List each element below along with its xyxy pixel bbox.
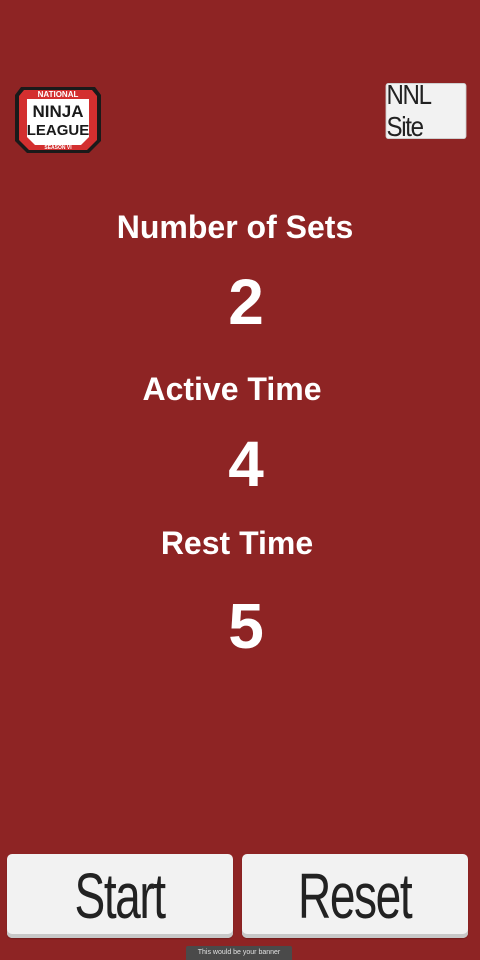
start-button[interactable]: Start <box>7 854 233 938</box>
logo-season: SEASON VI <box>44 145 72 151</box>
start-button-label: Start <box>74 860 167 932</box>
ad-banner[interactable]: This would be your banner <box>186 946 292 960</box>
sets-value[interactable]: 2 <box>6 265 480 339</box>
rest-time-label: Rest Time <box>160 525 314 561</box>
active-time-label: Active Time <box>142 371 322 407</box>
active-time-value[interactable]: 4 <box>6 427 480 501</box>
rest-time-value[interactable]: 5 <box>6 589 480 663</box>
timer-screen: NATIONAL NINJA LEAGUE SEASON VI NNL Site… <box>0 0 480 960</box>
logo-line2: LEAGUE <box>27 122 90 139</box>
nnl-site-button[interactable]: NNL Site <box>385 79 467 142</box>
logo-top-text: NATIONAL <box>38 90 79 99</box>
reset-button[interactable]: Reset <box>242 854 468 938</box>
reset-button-label: Reset <box>298 860 413 932</box>
logo-line1: NINJA <box>32 102 83 121</box>
nnl-logo: NATIONAL NINJA LEAGUE SEASON VI <box>13 83 103 158</box>
sets-label: Number of Sets <box>116 209 354 245</box>
